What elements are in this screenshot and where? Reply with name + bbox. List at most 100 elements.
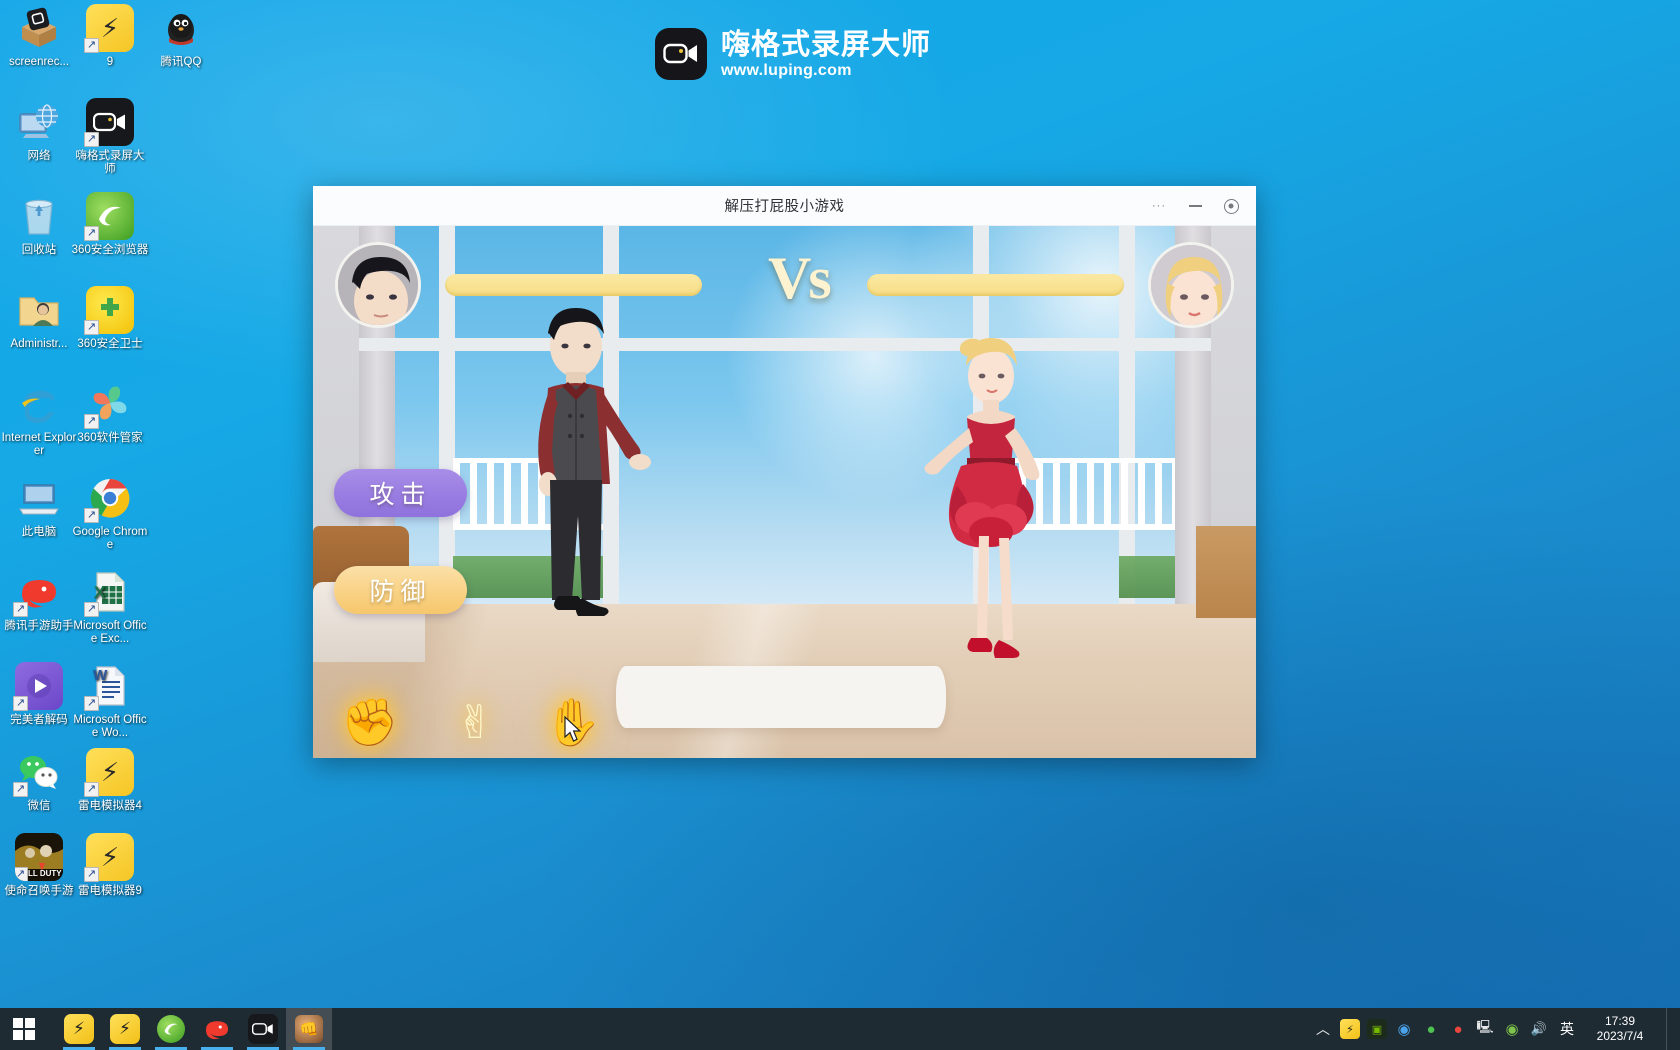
scissors-gesture-button[interactable]: ✌ — [443, 690, 507, 754]
minimize-button[interactable] — [1178, 192, 1212, 220]
shortcut-overlay-icon: ↗ — [84, 320, 99, 335]
desktop-icon-call-of-duty[interactable]: CALL DUTY ↗ 使命召唤手游 — [0, 833, 78, 898]
desktop-icon-wechat[interactable]: ↗ 微信 — [0, 748, 78, 813]
desktop-icon-decoder[interactable]: ↗ 完美者解码 — [0, 662, 78, 727]
video-camera-icon — [655, 28, 707, 80]
minimize-icon — [1188, 205, 1202, 207]
game-window[interactable]: 解压打屁股小游戏 ··· Vs 攻击 防御 ✊ ✌ ✋ — [313, 186, 1256, 758]
attack-button[interactable]: 攻击 — [334, 469, 467, 517]
rug — [616, 666, 946, 728]
window-controls: ··· — [1142, 186, 1248, 226]
network-globe-icon — [15, 98, 63, 146]
desktop-icon-9[interactable]: ⚡ ↗ 9 — [71, 4, 149, 69]
call-of-duty-icon: CALL DUTY ↗ — [15, 833, 63, 881]
more-dots-icon: ··· — [1152, 200, 1166, 212]
tray-game-center-icon[interactable]: ◉ — [1502, 1019, 1522, 1039]
shortcut-overlay-icon: ↗ — [84, 226, 99, 241]
taskbar[interactable]: ⚡ ⚡ 👊 ︿ ⚡ ▣ ◉ ● ● 🖳 ◉ 🔊 英 17:39 2023/7/4 — [0, 1008, 1680, 1050]
game-icon: 👊 — [295, 1015, 323, 1043]
desktop-icon-label: Microsoft Office Exc... — [73, 620, 147, 645]
desktop-icon-this-pc[interactable]: 此电脑 — [0, 474, 78, 539]
windows-start-icon[interactable] — [0, 1008, 48, 1050]
desktop-icon-tencent-gamebuddy[interactable]: ↗ 腾讯手游助手 — [0, 568, 78, 633]
clock-time: 17:39 — [1604, 1014, 1636, 1028]
desktop-icon-label: 嗨格式录屏大师 — [75, 150, 145, 175]
tray-ldplayer-icon[interactable]: ⚡ — [1340, 1019, 1360, 1039]
shortcut-overlay-icon: ↗ — [13, 696, 28, 711]
desktop-icon-label: 完美者解码 — [10, 714, 68, 726]
desktop-icon-label: screenrec... — [8, 56, 70, 68]
word-icon: W ↗ — [84, 662, 134, 711]
desktop-icon-label: Google Chrome — [72, 526, 148, 551]
avatar — [1148, 242, 1234, 328]
more-options-button[interactable]: ··· — [1142, 192, 1176, 220]
shortcut-overlay-icon: ↗ — [84, 414, 99, 429]
desktop-icon-360-guard[interactable]: ↗ 360安全卫士 — [71, 286, 149, 351]
desktop-icon-label: 雷电模拟器4 — [78, 800, 142, 812]
qq-penguin-icon — [157, 4, 205, 52]
svg-text:X: X — [94, 583, 106, 602]
desktop-icon-chrome[interactable]: ↗ Google Chrome — [71, 474, 149, 552]
close-button[interactable] — [1214, 192, 1248, 220]
ldplayer-icon: ⚡ ↗ — [84, 4, 134, 53]
ldplayer-icon: ⚡ — [110, 1014, 140, 1044]
window-frame — [359, 338, 1211, 351]
desktop-icon-ldplayer-9[interactable]: ⚡ ↗ 雷电模拟器9 — [71, 833, 149, 898]
male-character — [498, 304, 658, 729]
screen-recorder-icon: ↗ — [84, 98, 134, 147]
tray-360-browser-icon[interactable]: ● — [1421, 1019, 1441, 1039]
desktop-icon-360-browser[interactable]: ↗ 360安全浏览器 — [71, 192, 149, 257]
desktop-icon-label: 360安全卫士 — [77, 338, 143, 350]
ldplayer-icon: ⚡ ↗ — [84, 748, 134, 797]
desktop-icon-excel[interactable]: X ↗ Microsoft Office Exc... — [71, 568, 149, 646]
taskbar-screen-recorder[interactable] — [240, 1008, 286, 1050]
tencent-gamebuddy-icon: ↗ — [13, 568, 63, 617]
desktop-icon-ldplayer-4[interactable]: ⚡ ↗ 雷电模拟器4 — [71, 748, 149, 813]
taskbar-clock[interactable]: 17:39 2023/7/4 — [1585, 1014, 1659, 1044]
desktop-icon-word[interactable]: W ↗ Microsoft Office Wo... — [71, 662, 149, 740]
desktop-icon-label: 360软件管家 — [77, 432, 143, 444]
desktop-icon-administrator[interactable]: Administr... — [0, 286, 78, 351]
desktop-icon-screen-recorder[interactable]: ↗ 嗨格式录屏大师 — [71, 98, 149, 176]
desktop-icon-360-software-manager[interactable]: ↗ 360软件管家 — [71, 380, 149, 445]
close-icon — [1223, 198, 1239, 214]
desktop-icon-label: 使命召唤手游 — [4, 885, 74, 897]
health-bar-player-right — [867, 274, 1124, 296]
vs-label: Vs — [768, 245, 832, 311]
shortcut-overlay-icon: ↗ — [84, 508, 99, 523]
wanmeizhe-decoder-icon: ↗ — [13, 662, 63, 711]
desktop-icon-internet-explorer[interactable]: Internet Explorer — [0, 380, 78, 458]
chrome-icon: ↗ — [84, 474, 134, 523]
desktop-icon-recycle-bin[interactable]: 回收站 — [0, 192, 78, 257]
desktop-icon-screenrec[interactable]: screenrec... — [0, 4, 78, 69]
window-titlebar[interactable]: 解压打屁股小游戏 ··· — [313, 186, 1256, 226]
taskbar-tencent-gamebuddy[interactable] — [194, 1008, 240, 1050]
tray-nvidia-icon[interactable]: ▣ — [1367, 1019, 1387, 1039]
tray-volume-icon[interactable]: 🔊 — [1529, 1019, 1549, 1039]
show-desktop-button[interactable] — [1666, 1008, 1674, 1050]
tray-show-hidden-icon[interactable]: ︿ — [1313, 1019, 1333, 1039]
taskbar-ldplayer[interactable]: ⚡ — [56, 1008, 102, 1050]
system-tray[interactable]: ︿ ⚡ ▣ ◉ ● ● 🖳 ◉ 🔊 英 17:39 2023/7/4 — [1313, 1008, 1680, 1050]
tray-display-icon[interactable]: 🖳 — [1475, 1019, 1495, 1039]
taskbar-ldplayer-9[interactable]: ⚡ — [102, 1008, 148, 1050]
ime-indicator[interactable]: 英 — [1556, 1019, 1578, 1039]
recycle-bin-icon — [15, 192, 63, 240]
desktop-icon-network[interactable]: 网络 — [0, 98, 78, 163]
game-stage[interactable]: Vs 攻击 防御 ✊ ✌ ✋ — [313, 226, 1256, 758]
desktop-icon-label: 腾讯QQ — [160, 56, 202, 68]
recorder-watermark: 嗨格式录屏大师 www.luping.com — [655, 28, 931, 80]
ldplayer-icon: ⚡ — [64, 1014, 94, 1044]
defend-button[interactable]: 防御 — [334, 566, 467, 614]
desktop-icon-qq[interactable]: 腾讯QQ — [142, 4, 220, 69]
360-software-manager-icon: ↗ — [84, 380, 134, 429]
taskbar-360-browser[interactable] — [148, 1008, 194, 1050]
rock-gesture-button[interactable]: ✊ — [338, 690, 402, 754]
tray-tencent-icon[interactable]: ● — [1448, 1019, 1468, 1039]
avatar — [335, 242, 421, 328]
shortcut-overlay-icon: ↗ — [84, 132, 99, 147]
taskbar-game-window[interactable]: 👊 — [286, 1008, 332, 1050]
excel-icon: X ↗ — [84, 568, 134, 617]
tray-360-speed-icon[interactable]: ◉ — [1394, 1019, 1414, 1039]
window-title: 解压打屁股小游戏 — [724, 199, 845, 215]
